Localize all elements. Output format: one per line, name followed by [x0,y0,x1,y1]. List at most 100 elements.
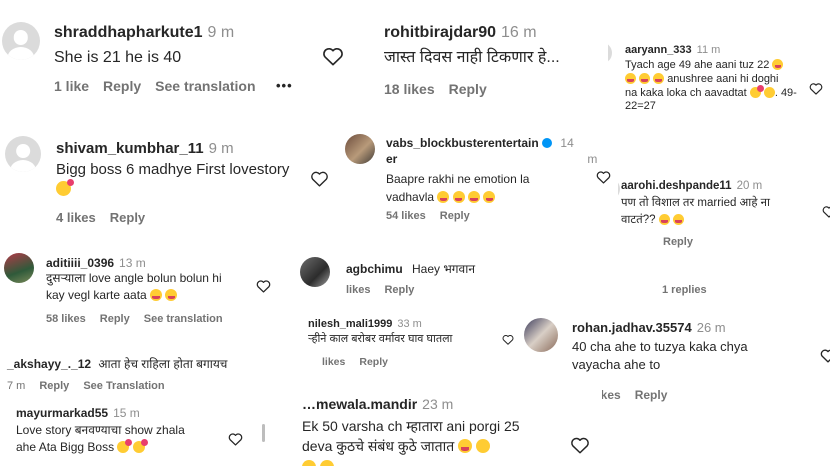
avatar[interactable] [300,257,330,287]
comment-meta: 1 like Reply See translation [54,78,270,94]
see-translation-button[interactable]: See Translation [83,380,164,392]
scrollbar[interactable] [262,424,265,442]
comment-username[interactable]: aditiiii_0396 13 m [46,256,146,270]
comment-text: 40 cha ahe to tuzya kaka chya vayacha ah… [572,339,748,373]
avatar[interactable] [4,253,34,283]
heart-outline-icon[interactable] [822,205,830,218]
comment-time: 33 m [397,318,422,330]
laughing-emoji-icon [458,439,473,454]
comment-panel-1: shraddhapharkute1 9 m She is 21 he is 40 … [0,0,368,118]
likes-count[interactable]: likes [322,356,345,368]
comment-username[interactable]: vabs_blockbusterentertain 14 er m [386,136,597,167]
comment-text: Baapre rakhi ne emotion la vadhavla [386,172,530,204]
heart-outline-icon[interactable] [596,170,611,184]
comment-text: She is 21 he is 40 [54,49,182,66]
comment-meta: 18 likes Reply [384,81,501,97]
likes-count[interactable]: likes [346,284,370,296]
heart-outline-icon[interactable] [502,334,514,345]
avatar[interactable] [345,134,375,164]
laughing-emoji-icon [639,72,651,84]
avatar[interactable] [524,318,558,352]
likes-count[interactable]: 18 likes [384,81,435,97]
laughing-emoji-icon [165,289,178,302]
comment-panel-12: mayurmarkad55 15 m Love story बनवण्याचा s… [0,400,262,466]
heart-eyes-emoji-icon [132,438,148,453]
comment-text: जास्त दिवस नाही टिकणार हे... [384,49,560,66]
reply-button[interactable]: Reply [384,284,414,296]
reply-button[interactable]: Reply [39,380,69,392]
heart-outline-icon[interactable] [310,170,329,187]
comment-panel-13: …mewala.mandir 23 m Ek 50 varsha ch म्हात… [290,390,602,466]
laughing-emoji-icon [452,191,465,203]
comment-panel-4: shivam_kumbhar_11 9 m Bigg boss 6 madhye … [0,126,340,236]
reply-button[interactable]: Reply [449,81,487,97]
face-emoji-icon [476,439,491,454]
laughing-emoji-icon [437,191,450,203]
comment-username[interactable]: rohitbirajdar90 16 m [384,24,537,42]
comment-time: 9 m [207,24,235,41]
comment-time: 7 m [7,380,26,392]
reply-button[interactable]: Reply [663,236,693,248]
avatar[interactable] [2,22,40,60]
comment-username[interactable]: aarohi.deshpande11 20 m [621,180,762,192]
avatar[interactable] [618,178,620,200]
laughing-emoji-icon [468,191,481,203]
laughing-emoji-icon [150,289,163,302]
comment-time: 15 m [113,406,140,420]
reply-button[interactable]: Reply [359,356,388,368]
laughing-emoji-icon [625,72,636,84]
heart-outline-icon[interactable] [809,82,823,95]
smile-emoji-icon [763,86,775,98]
more-dots-icon[interactable]: ••• [276,78,293,93]
heart-outline-icon[interactable] [228,432,243,446]
avatar[interactable] [608,42,612,64]
heart-eyes-emoji-icon [117,438,133,453]
comment-meta: 58 likes Reply See translation [46,313,237,325]
laughing-emoji-icon [302,459,316,466]
comment-panel-10: nilesh_mali1999 33 m ऱ्हीने काल बरोबर वर्… [300,312,526,374]
reply-button[interactable]: Reply [440,210,470,222]
reply-button[interactable]: Reply [100,313,130,325]
comment-panel-3: aaryann_333 11 m Tyach age 49 ahe aani tu… [608,36,830,126]
view-replies-button[interactable]: 1 replies [662,284,707,296]
verified-badge-icon [542,138,553,148]
likes-count[interactable]: 1 like [54,78,89,94]
comment-username[interactable]: aaryann_333 11 m [625,44,720,56]
comment-text: दुसऱ्याला love angle bolun bolun hi kay … [46,271,222,303]
comment-time: 11 m [696,44,721,56]
laughing-emoji-icon [653,72,665,84]
comment-meta: likes Reply [346,284,428,296]
heart-outline-icon[interactable] [820,348,830,363]
comment-username[interactable]: _akshayy_._12 आता हेच राहिला होता बगायच [7,355,227,372]
comment-text: Haey भगवान [412,262,475,276]
avatar[interactable] [5,136,41,172]
reply-button[interactable]: Reply [110,210,145,225]
likes-count[interactable]: 4 likes [56,210,96,225]
comment-username[interactable]: shivam_kumbhar_11 9 m [56,140,234,157]
reply-button[interactable]: Reply [635,388,668,402]
likes-count[interactable]: 58 likes [46,313,86,325]
reply-button[interactable]: Reply [103,78,141,94]
likes-count[interactable]: 54 likes [386,210,426,222]
comment-username[interactable]: shraddhapharkute1 9 m [54,24,234,42]
heart-outline-icon[interactable] [570,436,590,454]
see-translation-button[interactable]: See translation [144,313,223,325]
comment-username[interactable]: rohan.jadhav.35574 26 m [572,320,726,335]
comment-meta: Reply [663,236,707,248]
comment-text: Tyach age 49 ahe aani tuz 22 anushree aa… [625,59,797,113]
comment-panel-9: _akshayy_._12 आता हेच राहिला होता बगायच … [0,348,286,398]
comment-username[interactable]: …mewala.mandir 23 m [302,396,453,412]
comment-panel-8: agbchimu Haey भगवान likes Reply [290,240,630,310]
heart-outline-icon[interactable] [256,279,271,293]
comment-username[interactable]: nilesh_mali1999 33 m [308,318,422,330]
laughing-emoji-icon [672,213,684,225]
comment-meta: 54 likes Reply [386,210,484,222]
comment-username[interactable]: mayurmarkad55 15 m [16,406,140,420]
see-translation-button[interactable]: See translation [155,78,255,94]
comment-text: Bigg boss 6 madhye First lovestory [56,160,289,199]
laughing-emoji-icon [772,59,784,70]
comment-meta: likes Reply [322,356,402,368]
heart-outline-icon[interactable] [322,46,344,66]
comment-username[interactable]: agbchimu Haey भगवान [346,260,475,277]
comment-panel-2: rohitbirajdar90 16 m जास्त दिवस नाही टिकण… [372,0,604,118]
